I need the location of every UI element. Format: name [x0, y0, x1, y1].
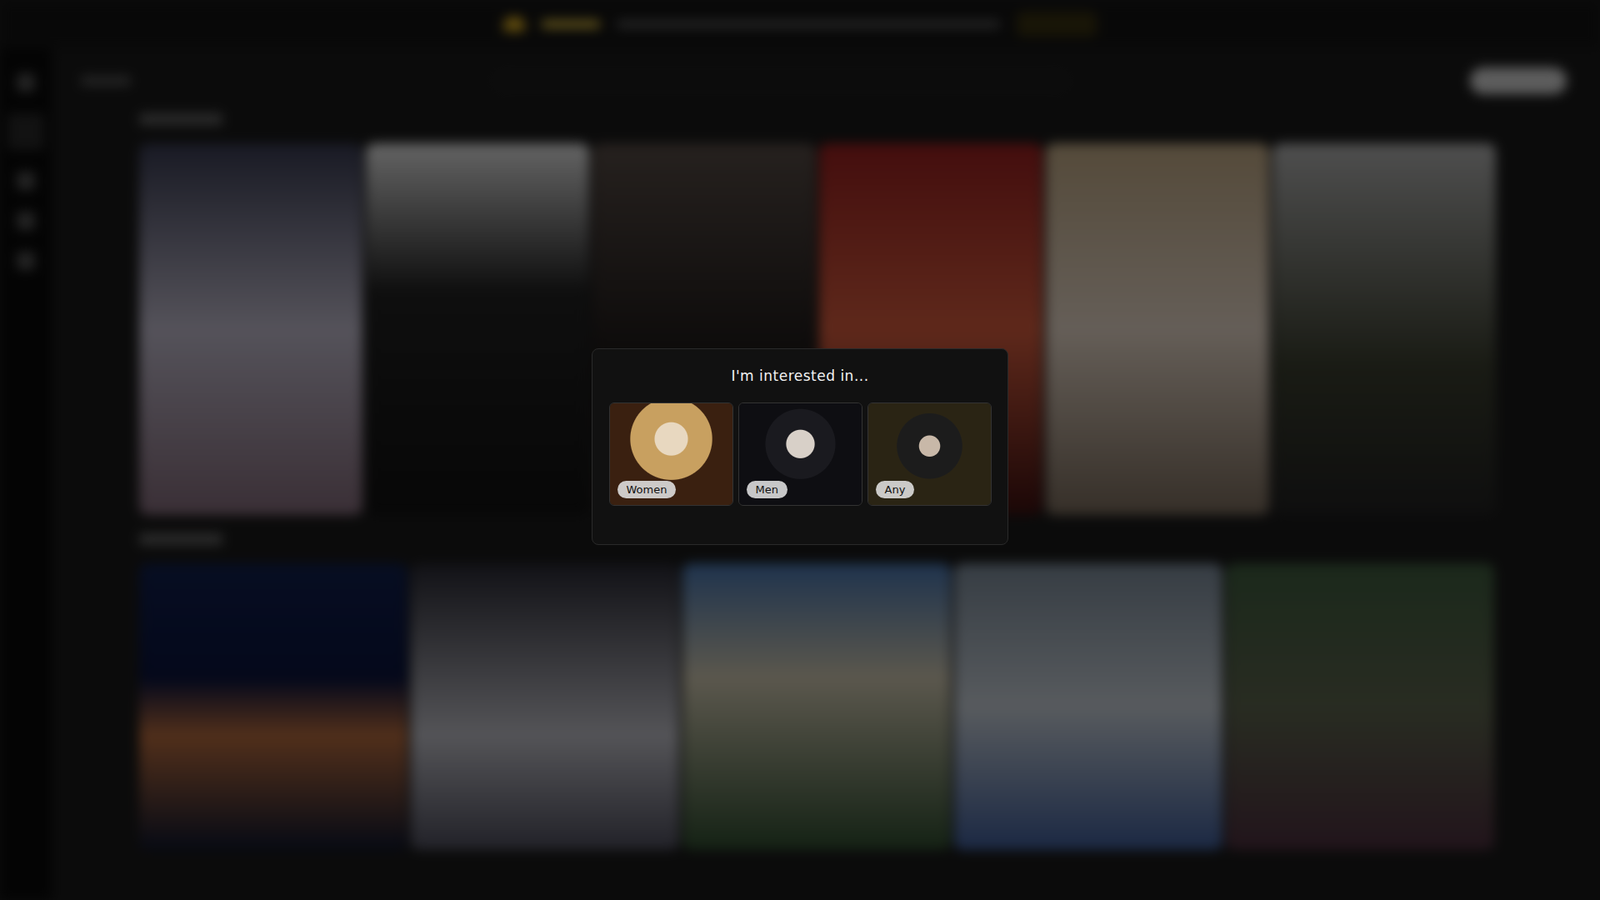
banner-button[interactable]	[1016, 11, 1097, 37]
character-card[interactable]	[1045, 143, 1270, 515]
option-label: Any	[875, 480, 915, 499]
sidebar-icon[interactable]	[16, 211, 35, 230]
dialog-title: I'm interested in...	[730, 367, 869, 385]
option-label: Women	[617, 480, 677, 499]
login-button[interactable]	[1470, 67, 1567, 95]
section-heading	[139, 533, 223, 545]
banner-text	[616, 20, 1000, 29]
sidebar-icon[interactable]	[16, 171, 35, 190]
character-card[interactable]	[1272, 143, 1496, 515]
sidebar-icon[interactable]	[16, 73, 35, 92]
interest-option[interactable]: Any	[867, 402, 992, 506]
search-field[interactable]	[489, 66, 1073, 95]
character-card[interactable]	[1225, 563, 1495, 850]
character-card[interactable]	[365, 143, 590, 515]
character-card[interactable]	[139, 143, 363, 515]
top-bar	[80, 66, 1567, 95]
interest-option[interactable]: Women	[609, 402, 734, 506]
character-card[interactable]	[954, 563, 1223, 850]
filter-dropdown[interactable]	[80, 75, 131, 86]
sidebar-icon[interactable]	[16, 251, 35, 270]
character-card[interactable]	[682, 563, 951, 850]
option-list: Women Men Any	[609, 402, 992, 506]
interest-dialog: I'm interested in... Women Men Any	[591, 348, 1009, 545]
announcement-banner	[0, 0, 1600, 49]
banner-icon	[503, 16, 525, 32]
section-heading	[139, 113, 223, 125]
banner-title	[541, 20, 600, 29]
option-label: Men	[746, 480, 788, 499]
sidebar	[0, 48, 52, 900]
character-card[interactable]	[139, 563, 408, 850]
interest-option[interactable]: Men	[738, 402, 863, 506]
card-row	[139, 563, 1567, 850]
character-card[interactable]	[410, 563, 680, 850]
home-icon[interactable]	[7, 113, 45, 150]
